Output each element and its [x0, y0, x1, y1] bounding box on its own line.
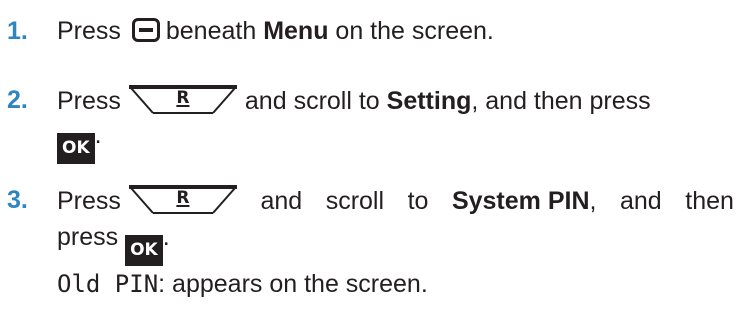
ok-key-icon: OK	[57, 133, 95, 164]
step-3-word-and-2: and	[620, 187, 662, 215]
step-3-word-scroll: scroll	[325, 187, 385, 215]
step-3-line2-text: press	[57, 223, 119, 251]
step-3-press-with-key: Press R	[57, 185, 237, 216]
step-3-number: 3.	[7, 186, 28, 214]
step-3-bold-system-pin: System PIN	[451, 187, 590, 215]
step-1-text-after: on the screen.	[335, 17, 494, 45]
step-3-word-to: to	[407, 187, 429, 215]
softkey-icon	[131, 18, 160, 42]
step-2-text-after: , and then press	[471, 87, 651, 115]
instruction-document: 1. Press beneath Menu on the screen. 2. …	[0, 0, 750, 312]
step-3-text-before: Press	[57, 187, 121, 215]
r-scroll-key-icon: R	[128, 85, 237, 115]
step-3-bold-system-pin-group: System PIN,	[452, 186, 597, 216]
r-key-label: R	[176, 88, 190, 108]
note-line: Old PIN: appears on the screen.	[57, 269, 428, 299]
step-1-number: 1.	[7, 17, 28, 45]
step-1-bold-menu: Menu	[263, 17, 329, 45]
step-1-text-middle: beneath	[165, 17, 257, 45]
step-2-line-2: OK.	[57, 120, 102, 164]
step-2-text-middle: and scroll to	[244, 87, 380, 115]
step-3-line-2: press OK.	[57, 222, 170, 266]
step-2-bold-setting: Setting	[386, 87, 472, 115]
ok-key-icon: OK	[125, 235, 163, 266]
r-key-label: R	[176, 188, 190, 208]
step-2-end: .	[94, 121, 102, 149]
step-3-word-then: then	[685, 187, 734, 215]
step-1-text-before: Press	[57, 17, 121, 45]
r-scroll-key-icon: R	[128, 185, 237, 215]
step-3-comma: ,	[589, 187, 597, 215]
note-text-after: : appears on the screen.	[158, 270, 428, 298]
step-2-text-before: Press	[57, 87, 121, 115]
step-2-number: 2.	[7, 86, 28, 114]
step-3-line-1: Press R and scroll to System PIN, and th…	[57, 185, 734, 216]
screen-text-old-pin: Old PIN	[57, 270, 159, 298]
step-3-end: .	[162, 223, 170, 251]
step-2-line-1: Press R and scroll to Setting, and then …	[57, 85, 651, 116]
step-1-line: Press beneath Menu on the screen.	[57, 16, 494, 46]
step-3-word-and: and	[260, 187, 303, 215]
